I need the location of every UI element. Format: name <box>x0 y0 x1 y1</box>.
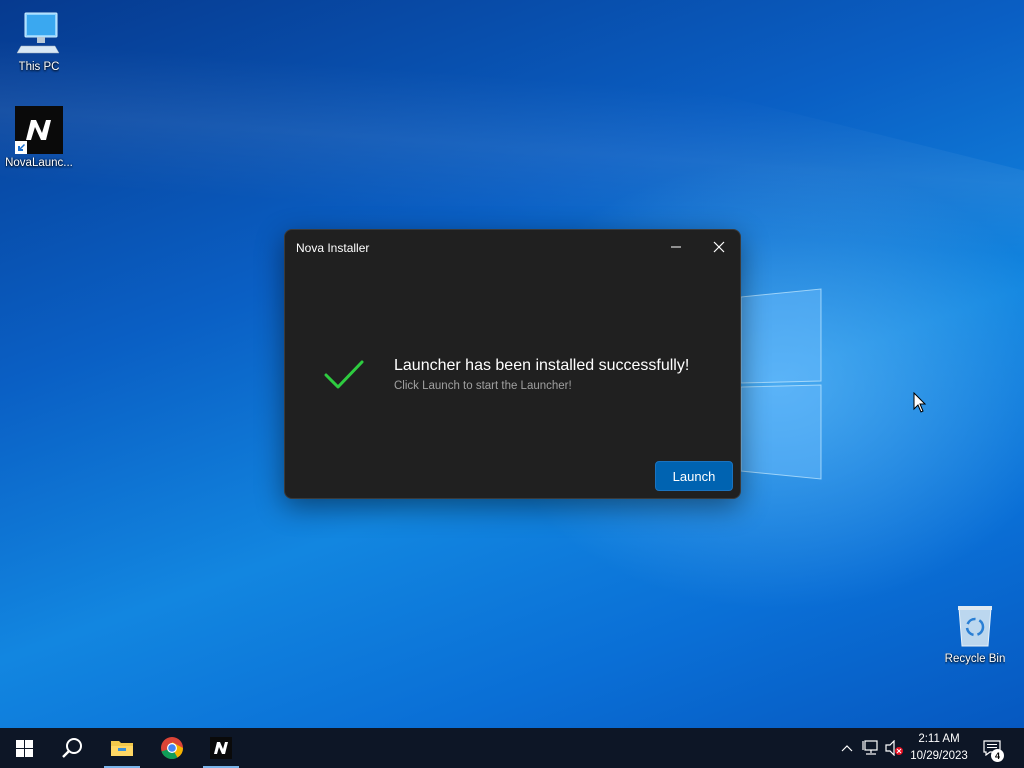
network-button[interactable] <box>861 738 881 758</box>
close-icon <box>713 241 725 253</box>
folder-icon <box>111 741 133 756</box>
wallpaper-windows-logo <box>740 288 822 480</box>
close-button[interactable] <box>699 232 739 262</box>
taskbar-chrome[interactable] <box>150 728 194 768</box>
volume-button[interactable] <box>884 738 904 758</box>
mouse-cursor-icon <box>913 392 927 413</box>
show-hidden-icons-button[interactable] <box>837 738 857 758</box>
recycle-bin-icon <box>951 602 999 650</box>
network-icon <box>862 740 878 755</box>
success-message: Launcher has been installed successfully… <box>394 357 690 374</box>
start-button[interactable] <box>2 728 46 768</box>
minimize-icon <box>671 246 681 248</box>
nova-launcher-icon <box>210 737 232 759</box>
desktop: This PC NovaLaunc... Recycle Bin Nova In… <box>0 0 1024 728</box>
chevron-up-icon <box>841 745 853 752</box>
desktop-icon-recycle-bin[interactable]: Recycle Bin <box>937 602 1013 665</box>
taskbar-nova-launcher[interactable] <box>199 728 243 768</box>
desktop-icon-nova-launcher[interactable]: NovaLaunc... <box>1 106 77 169</box>
search-icon <box>62 738 82 758</box>
desktop-icon-label: Recycle Bin <box>944 653 1006 665</box>
notification-count-badge: 4 <box>991 749 1004 762</box>
taskbar-clock[interactable]: 2:11 AM 10/29/2023 <box>904 731 974 765</box>
windows-icon <box>15 739 33 757</box>
chrome-icon <box>161 737 183 760</box>
search-button[interactable] <box>50 728 94 768</box>
minimize-button[interactable] <box>656 232 696 262</box>
clock-time: 2:11 AM <box>918 733 960 745</box>
checkmark-icon <box>324 360 364 389</box>
computer-icon <box>15 10 63 58</box>
installer-window: Nova Installer Launcher has been install… <box>284 229 741 499</box>
taskbar: 2:11 AM 10/29/2023 <box>0 728 1024 768</box>
desktop-icon-label: NovaLaunc... <box>5 157 73 169</box>
nova-launcher-icon <box>15 106 63 154</box>
launch-button[interactable]: Launch <box>655 461 733 491</box>
desktop-icon-label: This PC <box>18 61 60 73</box>
window-title: Nova Installer <box>296 241 370 255</box>
success-subtitle: Click Launch to start the Launcher! <box>394 380 572 392</box>
clock-date: 10/29/2023 <box>910 750 968 762</box>
desktop-icon-this-pc[interactable]: This PC <box>1 10 77 73</box>
volume-muted-icon <box>885 740 903 756</box>
taskbar-file-explorer[interactable] <box>100 728 144 768</box>
